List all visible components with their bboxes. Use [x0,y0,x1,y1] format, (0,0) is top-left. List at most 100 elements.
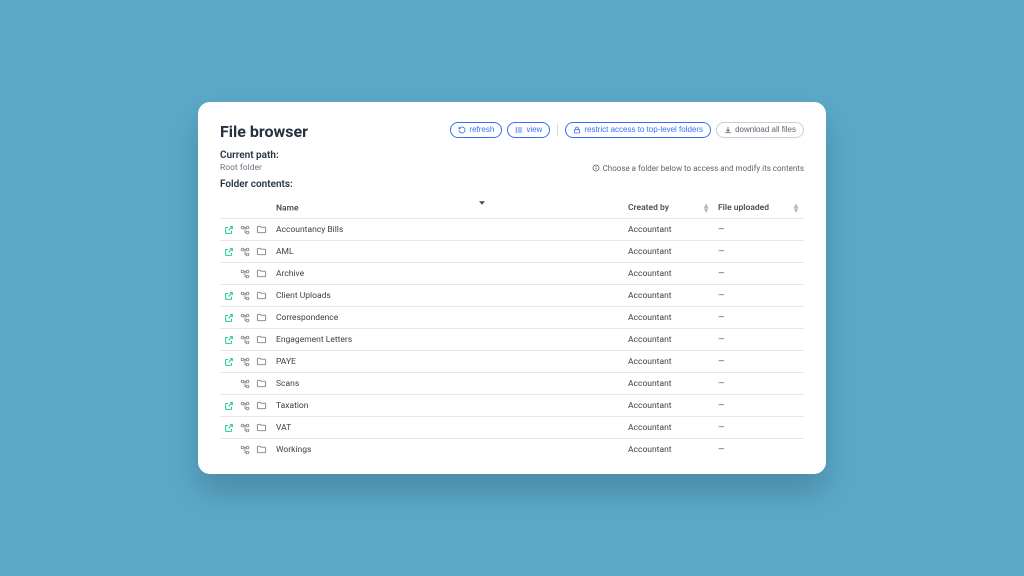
col-createdby-header[interactable]: Created by ▲▼ [624,198,714,219]
table-row[interactable]: WorkingsAccountant— [220,439,804,461]
folder-icon [256,246,268,257]
table-row[interactable]: VATAccountant— [220,417,804,439]
row-createdby: Accountant [624,351,714,373]
table-row[interactable]: TaxationAccountant— [220,395,804,417]
tree-icon[interactable] [240,225,248,235]
tree-icon[interactable] [240,247,248,257]
download-icon [724,126,732,134]
refresh-label: refresh [469,126,494,134]
tree-icon[interactable] [240,335,248,345]
table-row[interactable]: ArchiveAccountant— [220,263,804,285]
sort-icon: ▲▼ [792,203,800,213]
folder-contents-label: Folder contents: [220,179,804,190]
external-link-icon[interactable] [224,335,232,345]
folder-icon [256,312,268,323]
external-link-icon[interactable] [224,357,232,367]
row-createdby: Accountant [624,285,714,307]
folder-icon [256,224,268,235]
table-row[interactable]: ScansAccountant— [220,373,804,395]
folder-icon [256,268,268,279]
external-link-icon[interactable] [224,291,232,301]
col-name-label: Name [276,203,299,213]
folder-icon [256,356,268,367]
row-name: Client Uploads [272,285,624,307]
list-icon [515,126,523,134]
row-uploaded: — [714,285,804,307]
external-link-icon[interactable] [224,225,232,235]
row-createdby: Accountant [624,307,714,329]
view-button[interactable]: view [507,122,550,138]
sort-icon: ▲▼ [702,203,710,213]
tree-icon[interactable] [240,401,248,411]
tree-icon[interactable] [240,423,248,433]
external-link-icon[interactable] [224,401,232,411]
external-link-icon[interactable] [224,313,232,323]
row-name: Taxation [272,395,624,417]
row-createdby: Accountant [624,329,714,351]
row-uploaded: — [714,241,804,263]
row-name: Accountancy Bills [272,219,624,241]
download-all-button[interactable]: download all files [716,122,804,138]
tree-icon[interactable] [240,313,248,323]
tree-icon[interactable] [240,291,248,301]
row-createdby: Accountant [624,263,714,285]
lock-icon [573,126,581,134]
tree-icon[interactable] [240,445,248,455]
row-createdby: Accountant [624,219,714,241]
download-label: download all files [735,126,796,134]
table-row[interactable]: AMLAccountant— [220,241,804,263]
page-title: File browser [220,122,308,141]
external-link-icon[interactable] [224,247,232,257]
row-name: VAT [272,417,624,439]
col-createdby-label: Created by [628,203,669,213]
row-uploaded: — [714,219,804,241]
current-path: Root folder [220,163,262,173]
table-row[interactable]: Accountancy BillsAccountant— [220,219,804,241]
refresh-icon [458,126,466,134]
view-label: view [526,126,542,134]
row-name: Workings [272,439,624,461]
sort-desc-icon [479,199,485,209]
table-row[interactable]: CorrespondenceAccountant— [220,307,804,329]
table-row[interactable]: Client UploadsAccountant— [220,285,804,307]
info-icon [592,164,600,172]
external-link-icon[interactable] [224,423,232,433]
col-uploaded-header[interactable]: File uploaded ▲▼ [714,198,804,219]
row-name: AML [272,241,624,263]
row-createdby: Accountant [624,395,714,417]
row-uploaded: — [714,307,804,329]
restrict-button[interactable]: restrict access to top-level folders [565,122,711,138]
row-createdby: Accountant [624,373,714,395]
row-name: Engagement Letters [272,329,624,351]
row-uploaded: — [714,439,804,461]
tree-icon[interactable] [240,357,248,367]
row-createdby: Accountant [624,439,714,461]
row-uploaded: — [714,351,804,373]
folder-icon [256,378,268,389]
row-uploaded: — [714,373,804,395]
toolbar: refresh view restrict access to top-leve… [450,122,804,138]
folder-icon [256,422,268,433]
col-uploaded-label: File uploaded [718,203,769,213]
row-name: Archive [272,263,624,285]
tree-icon[interactable] [240,269,248,279]
current-path-label: Current path: [220,150,804,161]
row-uploaded: — [714,263,804,285]
table-row[interactable]: Engagement LettersAccountant— [220,329,804,351]
folder-icon [256,290,268,301]
col-name-header[interactable]: Name [272,198,624,219]
refresh-button[interactable]: refresh [450,122,502,138]
row-createdby: Accountant [624,417,714,439]
folder-icon [256,400,268,411]
row-createdby: Accountant [624,241,714,263]
folders-table: Name Created by ▲▼ File uploaded ▲▼ [220,198,804,460]
restrict-label: restrict access to top-level folders [584,126,703,134]
tree-icon[interactable] [240,379,248,389]
table-header-row: Name Created by ▲▼ File uploaded ▲▼ [220,198,804,219]
file-browser-card: File browser refresh view restrict acces… [198,102,826,474]
header-row: File browser refresh view restrict acces… [220,122,804,141]
row-uploaded: — [714,329,804,351]
table-row[interactable]: PAYEAccountant— [220,351,804,373]
hint-row: Choose a folder below to access and modi… [592,164,804,173]
toolbar-separator [557,124,558,136]
